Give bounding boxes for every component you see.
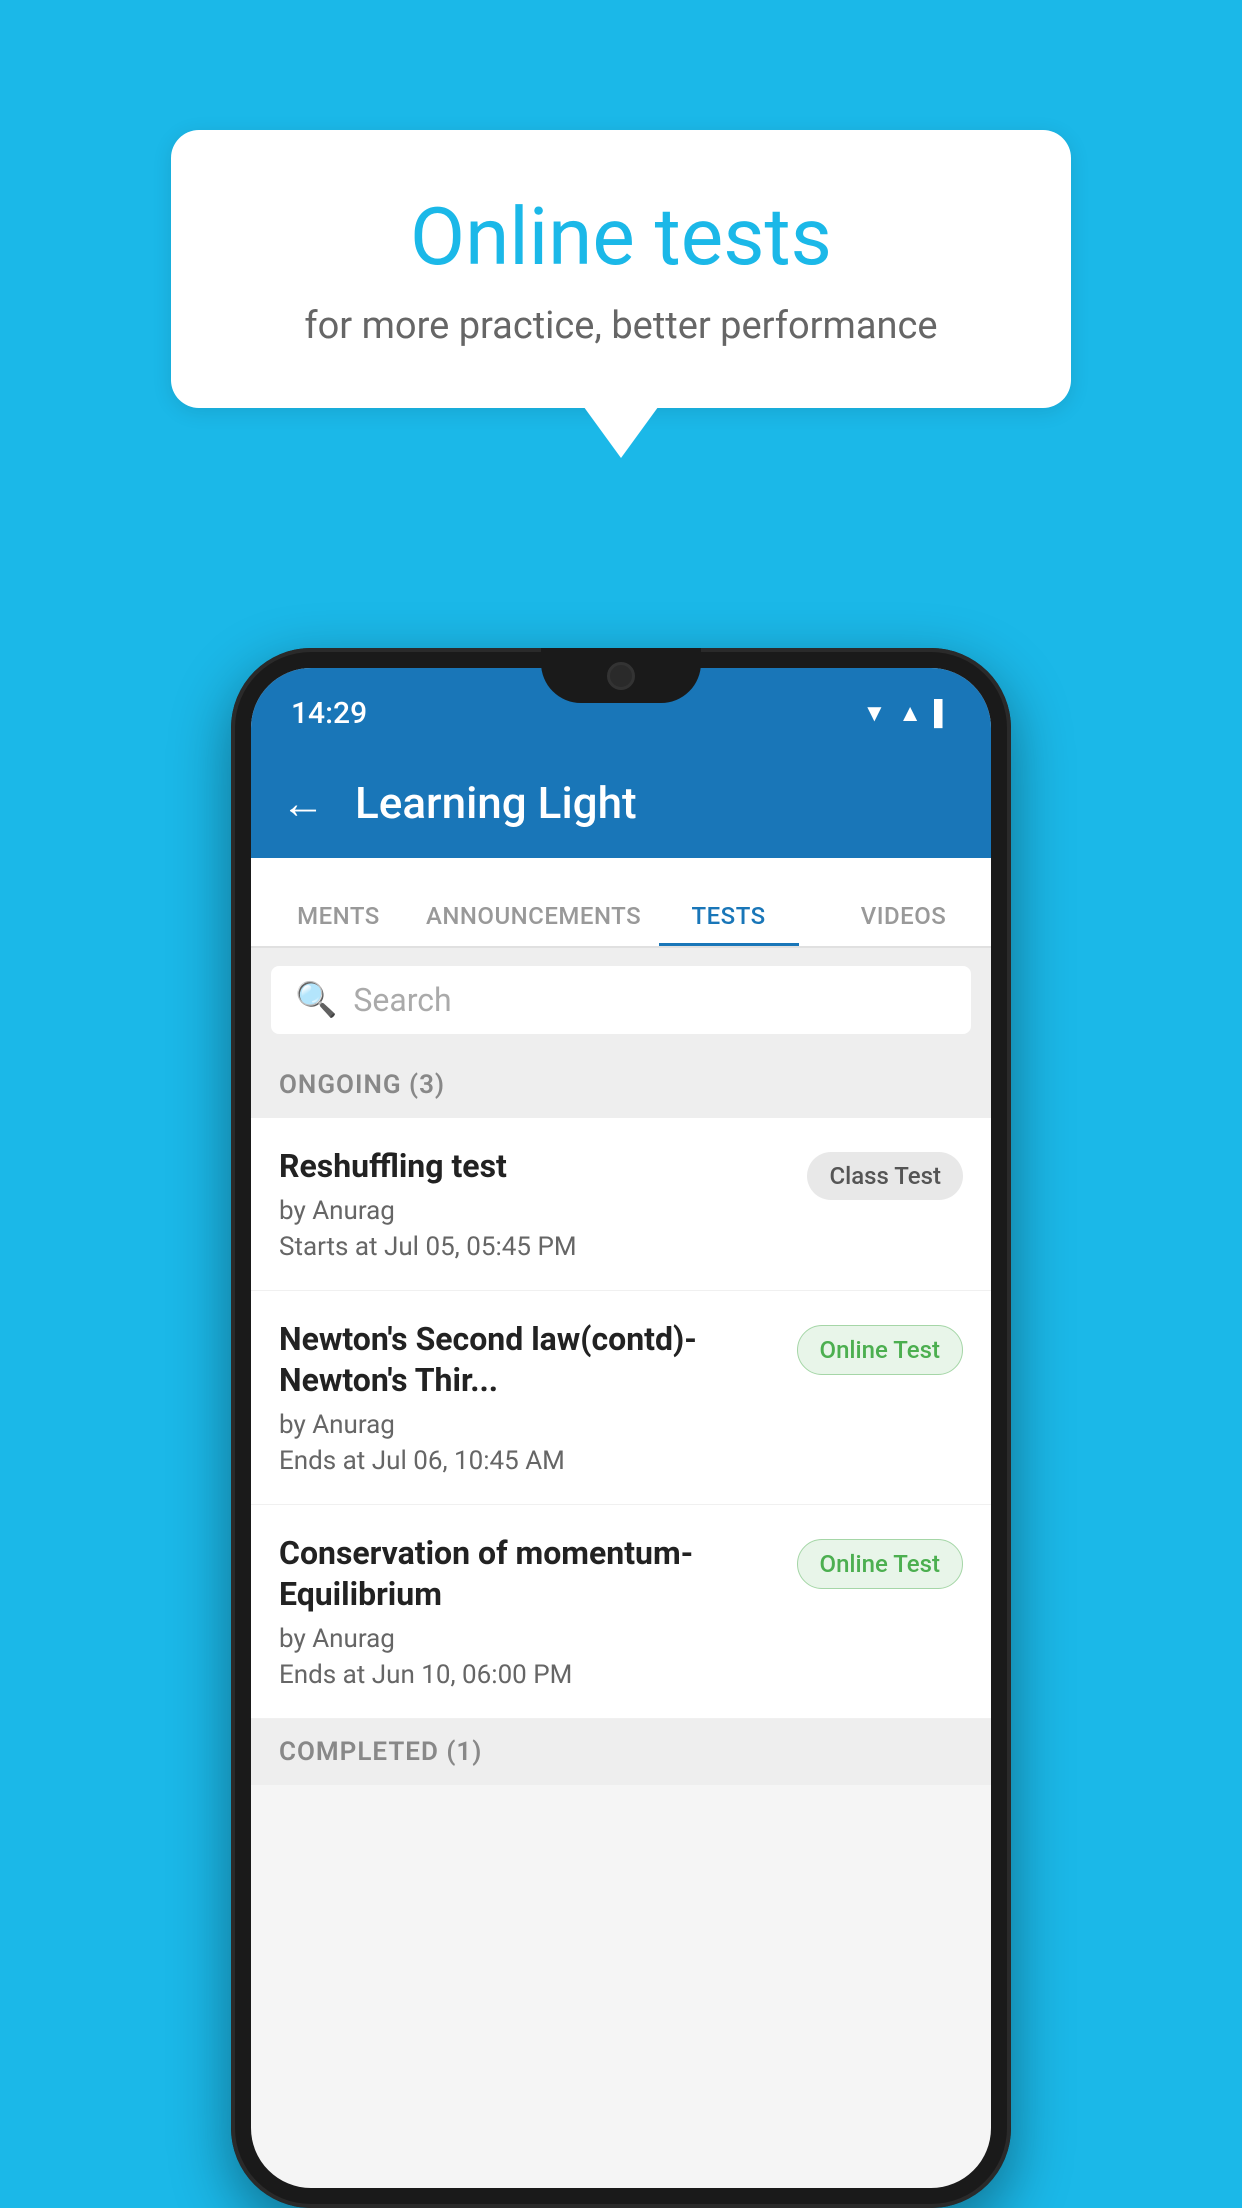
test-author-3: by Anurag — [279, 1624, 781, 1654]
completed-section-header: COMPLETED (1) — [251, 1719, 991, 1785]
search-icon: 🔍 — [295, 980, 337, 1020]
test-badge-3: Online Test — [797, 1539, 963, 1589]
test-title-3: Conservation of momentum-Equilibrium — [279, 1533, 781, 1616]
test-item-3[interactable]: Conservation of momentum-Equilibrium by … — [251, 1505, 991, 1719]
ongoing-section-header: ONGOING (3) — [251, 1052, 991, 1118]
tab-videos[interactable]: VIDEOS — [816, 902, 991, 946]
status-time: 14:29 — [291, 696, 367, 731]
test-date-1: Starts at Jul 05, 05:45 PM — [279, 1232, 791, 1262]
test-badge-1: Class Test — [807, 1152, 963, 1200]
battery-icon: ▌ — [934, 699, 951, 728]
test-info-1: Reshuffling test by Anurag Starts at Jul… — [279, 1146, 791, 1262]
search-input[interactable]: Search — [353, 981, 451, 1019]
tab-announcements[interactable]: ANNOUNCEMENTS — [426, 902, 641, 946]
tab-tests[interactable]: TESTS — [641, 902, 816, 946]
app-bar-title: Learning Light — [355, 777, 637, 829]
app-bar: ← Learning Light — [251, 748, 991, 858]
camera-dot — [607, 662, 635, 690]
test-title-2: Newton's Second law(contd)-Newton's Thir… — [279, 1319, 781, 1402]
test-item-1[interactable]: Reshuffling test by Anurag Starts at Jul… — [251, 1118, 991, 1291]
search-container: 🔍 Search — [251, 948, 991, 1052]
phone-screen: 14:29 ▼ ▲ ▌ ← Learning Light MENTS ANNOU… — [251, 668, 991, 2188]
bubble-title: Online tests — [241, 190, 1001, 284]
tests-list: Reshuffling test by Anurag Starts at Jul… — [251, 1118, 991, 1785]
tab-assignments[interactable]: MENTS — [251, 902, 426, 946]
test-info-2: Newton's Second law(contd)-Newton's Thir… — [279, 1319, 781, 1476]
test-date-3: Ends at Jun 10, 06:00 PM — [279, 1660, 781, 1690]
bubble-subtitle: for more practice, better performance — [241, 304, 1001, 348]
wifi-icon: ▼ — [862, 699, 886, 728]
signal-icon: ▲ — [898, 699, 922, 728]
phone-container: 14:29 ▼ ▲ ▌ ← Learning Light MENTS ANNOU… — [231, 648, 1011, 2208]
test-author-1: by Anurag — [279, 1196, 791, 1226]
test-item-2[interactable]: Newton's Second law(contd)-Newton's Thir… — [251, 1291, 991, 1505]
test-author-2: by Anurag — [279, 1410, 781, 1440]
search-input-wrapper[interactable]: 🔍 Search — [271, 966, 971, 1034]
phone-frame: 14:29 ▼ ▲ ▌ ← Learning Light MENTS ANNOU… — [231, 648, 1011, 2208]
back-button[interactable]: ← — [281, 777, 325, 829]
tabs-container: MENTS ANNOUNCEMENTS TESTS VIDEOS — [251, 858, 991, 948]
speech-bubble: Online tests for more practice, better p… — [171, 130, 1071, 408]
test-info-3: Conservation of momentum-Equilibrium by … — [279, 1533, 781, 1690]
speech-bubble-container: Online tests for more practice, better p… — [171, 130, 1071, 408]
test-date-2: Ends at Jul 06, 10:45 AM — [279, 1446, 781, 1476]
phone-notch — [541, 648, 701, 703]
test-title-1: Reshuffling test — [279, 1146, 791, 1188]
status-icons: ▼ ▲ ▌ — [862, 699, 951, 728]
test-badge-2: Online Test — [797, 1325, 963, 1375]
